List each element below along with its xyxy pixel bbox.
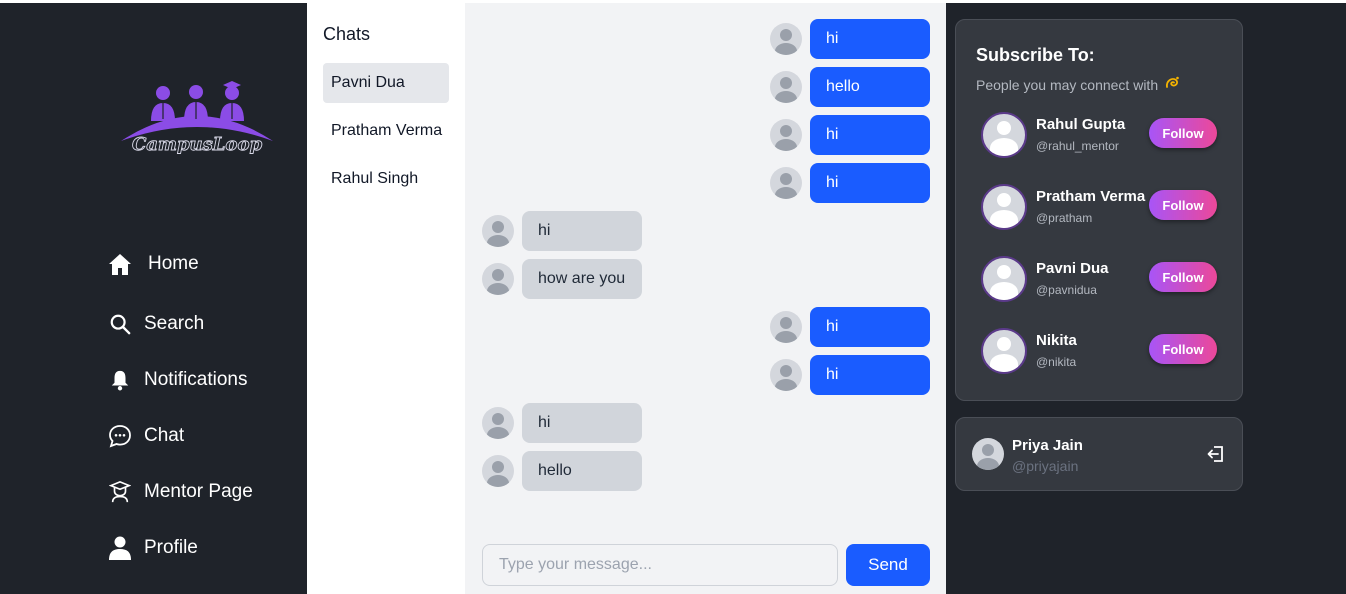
nav-home-label: Home bbox=[148, 253, 199, 274]
suggestion-handle: @nikita bbox=[1036, 355, 1077, 369]
nav-profile-label: Profile bbox=[144, 537, 198, 558]
avatar[interactable] bbox=[981, 256, 1027, 302]
avatar bbox=[770, 23, 802, 55]
current-user-handle: @priyajain bbox=[1012, 458, 1079, 474]
current-user-name: Priya Jain bbox=[1012, 437, 1083, 454]
avatar[interactable] bbox=[981, 328, 1027, 374]
search-icon bbox=[108, 312, 132, 336]
suggestion-name[interactable]: Pratham Verma bbox=[1036, 188, 1145, 205]
suggestion-item: Rahul Gupta @rahul_mentor Follow bbox=[981, 112, 1231, 160]
message-bubble: hello bbox=[810, 67, 930, 107]
suggestions-subtitle-text: People you may connect with bbox=[976, 76, 1159, 93]
contact-item-pratham-verma[interactable]: Pratham Verma bbox=[323, 111, 449, 151]
suggestion-handle: @pavnidua bbox=[1036, 283, 1097, 297]
suggestion-handle: @rahul_mentor bbox=[1036, 139, 1119, 153]
suggestion-name[interactable]: Pavni Dua bbox=[1036, 260, 1109, 277]
message-bubble: hi bbox=[810, 115, 930, 155]
avatar bbox=[482, 407, 514, 439]
suggestion-item: Pratham Verma @pratham Follow bbox=[981, 184, 1231, 232]
nav-notifications-label: Notifications bbox=[144, 369, 248, 390]
nav-search[interactable]: Search bbox=[108, 312, 204, 336]
contact-item-pavni-dua[interactable]: Pavni Dua bbox=[323, 63, 449, 103]
message-incoming: how are you bbox=[482, 259, 642, 299]
chat-bubble-icon bbox=[108, 424, 132, 448]
right-sidebar: Subscribe To: People you may connect wit… bbox=[946, 3, 1346, 594]
follow-button[interactable]: Follow bbox=[1149, 334, 1217, 364]
message-outgoing: hi bbox=[770, 163, 930, 203]
avatar bbox=[770, 311, 802, 343]
suggestion-handle: @pratham bbox=[1036, 211, 1093, 225]
message-outgoing: hi bbox=[770, 115, 930, 155]
avatar bbox=[482, 215, 514, 247]
avatar bbox=[770, 359, 802, 391]
message-outgoing: hello bbox=[770, 67, 930, 107]
logout-icon[interactable] bbox=[1206, 444, 1226, 464]
follow-button[interactable]: Follow bbox=[1149, 118, 1217, 148]
message-input[interactable] bbox=[482, 544, 838, 586]
message-outgoing: hi bbox=[770, 19, 930, 59]
avatar[interactable] bbox=[972, 438, 1004, 470]
avatar bbox=[482, 263, 514, 295]
campusloop-logo[interactable]: CampusLoop bbox=[118, 79, 276, 161]
suggestions-title: Subscribe To: bbox=[976, 45, 1095, 65]
message-bubble: hi bbox=[810, 19, 930, 59]
nav-profile[interactable]: Profile bbox=[108, 536, 198, 560]
follow-button[interactable]: Follow bbox=[1149, 262, 1217, 292]
home-icon bbox=[108, 252, 132, 276]
bell-icon bbox=[108, 368, 132, 392]
avatar[interactable] bbox=[981, 112, 1027, 158]
mentor-icon bbox=[108, 480, 132, 504]
dizzy-emoji-icon bbox=[1164, 75, 1180, 94]
left-sidebar: CampusLoop Home Search Notifications Cha… bbox=[0, 3, 307, 594]
avatar[interactable] bbox=[981, 184, 1027, 230]
message-bubble: hi bbox=[522, 211, 642, 251]
message-bubble: hello bbox=[522, 451, 642, 491]
suggestion-name[interactable]: Rahul Gupta bbox=[1036, 116, 1125, 133]
nav-notifications[interactable]: Notifications bbox=[108, 368, 248, 392]
message-incoming: hi bbox=[482, 403, 642, 443]
logo-text: CampusLoop bbox=[132, 134, 263, 155]
nav-search-label: Search bbox=[144, 313, 205, 334]
suggestion-item: Pavni Dua @pavnidua Follow bbox=[981, 256, 1231, 304]
message-incoming: hello bbox=[482, 451, 642, 491]
nav-mentor-page[interactable]: Mentor Page bbox=[108, 480, 253, 504]
conversation-panel: hi hello hi hi hi how are you hi hi hi h… bbox=[465, 3, 946, 594]
chats-list-panel: Chats Pavni Dua Pratham Verma Rahul Sing… bbox=[307, 3, 465, 594]
contact-item-rahul-singh[interactable]: Rahul Singh bbox=[323, 159, 449, 199]
message-bubble: hi bbox=[810, 163, 930, 203]
message-outgoing: hi bbox=[770, 307, 930, 347]
app-root: CampusLoop Home Search Notifications Cha… bbox=[0, 0, 1346, 594]
message-bubble: how are you bbox=[522, 259, 642, 299]
chats-title: Chats bbox=[323, 24, 371, 44]
avatar bbox=[482, 455, 514, 487]
message-bubble: hi bbox=[522, 403, 642, 443]
avatar bbox=[770, 119, 802, 151]
suggestion-item: Nikita @nikita Follow bbox=[981, 328, 1231, 376]
nav-home[interactable]: Home bbox=[108, 252, 199, 276]
message-bubble: hi bbox=[810, 355, 930, 395]
follow-button[interactable]: Follow bbox=[1149, 190, 1217, 220]
message-incoming: hi bbox=[482, 211, 642, 251]
suggestion-name[interactable]: Nikita bbox=[1036, 332, 1077, 349]
send-button[interactable]: Send bbox=[846, 544, 930, 586]
suggestions-subtitle: People you may connect with bbox=[976, 75, 1180, 94]
suggestions-card: Subscribe To: People you may connect wit… bbox=[955, 19, 1243, 401]
nav-mentor-label: Mentor Page bbox=[144, 481, 253, 502]
nav-chat[interactable]: Chat bbox=[108, 424, 184, 448]
message-outgoing: hi bbox=[770, 355, 930, 395]
message-bubble: hi bbox=[810, 307, 930, 347]
avatar bbox=[770, 71, 802, 103]
avatar bbox=[770, 167, 802, 199]
user-icon bbox=[108, 536, 132, 560]
current-user-card: Priya Jain @priyajain bbox=[955, 417, 1243, 491]
nav-chat-label: Chat bbox=[144, 425, 185, 446]
